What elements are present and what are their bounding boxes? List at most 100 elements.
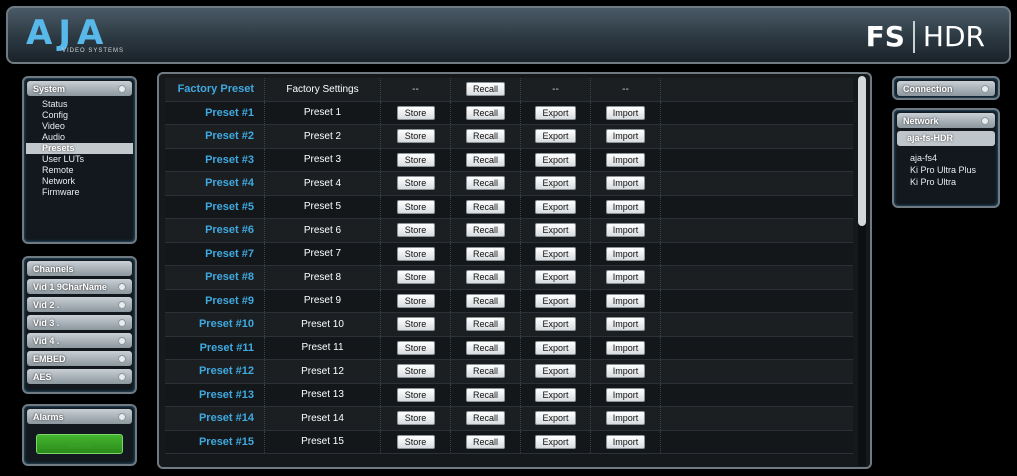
recall-button[interactable]: Recall: [465, 223, 505, 238]
expand-icon[interactable]: [118, 354, 126, 363]
export-button[interactable]: Export: [535, 364, 576, 379]
import-button[interactable]: Import: [605, 152, 646, 167]
store-button[interactable]: Store: [396, 152, 435, 167]
store-button[interactable]: Store: [396, 176, 435, 191]
recall-button[interactable]: Recall: [465, 246, 505, 261]
network-device-item[interactable]: aja-fs4: [894, 152, 998, 164]
collapse-icon[interactable]: [118, 412, 126, 421]
export-button[interactable]: Export: [535, 199, 576, 214]
recall-button[interactable]: Recall: [465, 434, 505, 449]
scrollbar-thumb[interactable]: [858, 76, 866, 226]
collapse-icon[interactable]: [118, 84, 126, 93]
import-button[interactable]: Import: [605, 293, 646, 308]
store-button[interactable]: Store: [396, 223, 435, 238]
store-button[interactable]: Store: [396, 293, 435, 308]
recall-button[interactable]: Recall: [465, 340, 505, 355]
expand-icon[interactable]: [118, 318, 126, 327]
sidebar-item-firmware[interactable]: Firmware: [24, 187, 135, 198]
recall-button[interactable]: Recall: [465, 270, 505, 285]
network-selected-device[interactable]: aja-fs-HDR: [897, 131, 995, 146]
expand-icon[interactable]: [118, 372, 126, 381]
store-button[interactable]: Store: [396, 434, 435, 449]
sidebar-item-audio[interactable]: Audio: [24, 132, 135, 143]
store-button[interactable]: Store: [396, 246, 435, 261]
store-button[interactable]: Store: [396, 199, 435, 214]
store-button[interactable]: Store: [396, 387, 435, 402]
export-button[interactable]: Export: [535, 387, 576, 402]
network-device-item[interactable]: Ki Pro Ultra Plus: [894, 164, 998, 176]
recall-button[interactable]: Recall: [465, 176, 505, 191]
channel-button[interactable]: Vid 3 .: [27, 315, 132, 330]
recall-button[interactable]: Recall: [465, 293, 505, 308]
store-button[interactable]: Store: [396, 105, 435, 120]
export-button[interactable]: Export: [535, 434, 576, 449]
recall-button[interactable]: Recall: [465, 387, 505, 402]
sidebar-item-status[interactable]: Status: [24, 99, 135, 110]
export-button[interactable]: Export: [535, 223, 576, 238]
export-button[interactable]: Export: [535, 293, 576, 308]
product-fs: FS: [865, 20, 905, 53]
expand-icon[interactable]: [118, 336, 126, 345]
network-panel-header[interactable]: Network: [897, 113, 995, 128]
channel-button[interactable]: EMBED: [27, 351, 132, 366]
import-button[interactable]: Import: [605, 270, 646, 285]
import-button[interactable]: Import: [605, 317, 646, 332]
import-button[interactable]: Import: [605, 387, 646, 402]
store-button[interactable]: Store: [396, 411, 435, 426]
import-button[interactable]: Import: [605, 199, 646, 214]
alarms-panel-title: Alarms: [33, 411, 64, 422]
sidebar-item-config[interactable]: Config: [24, 110, 135, 121]
sidebar-item-network[interactable]: Network: [24, 176, 135, 187]
connection-panel-header[interactable]: Connection: [897, 81, 995, 96]
store-button[interactable]: Store: [396, 129, 435, 144]
recall-button[interactable]: Recall: [465, 317, 505, 332]
sidebar-item-presets[interactable]: Presets: [26, 143, 133, 154]
expand-icon[interactable]: [118, 282, 126, 291]
system-menu: Status Config Video Audio Presets User LUTs Re…: [24, 99, 135, 198]
import-button[interactable]: Import: [605, 434, 646, 449]
collapse-icon[interactable]: [981, 84, 989, 93]
store-button[interactable]: Store: [396, 317, 435, 332]
alarms-panel-header[interactable]: Alarms: [27, 409, 132, 424]
channel-button[interactable]: AES: [27, 369, 132, 384]
recall-button[interactable]: Recall: [465, 364, 505, 379]
network-device-item[interactable]: Ki Pro Ultra: [894, 176, 998, 188]
recall-button[interactable]: Recall: [465, 411, 505, 426]
export-button[interactable]: Export: [535, 129, 576, 144]
system-panel-header[interactable]: System: [27, 81, 132, 96]
import-button[interactable]: Import: [605, 340, 646, 355]
export-button[interactable]: Export: [535, 317, 576, 332]
export-button[interactable]: Export: [535, 270, 576, 285]
export-button[interactable]: Export: [535, 246, 576, 261]
export-button[interactable]: Export: [535, 152, 576, 167]
recall-button[interactable]: Recall: [465, 152, 505, 167]
store-button[interactable]: Store: [396, 364, 435, 379]
recall-button[interactable]: Recall: [465, 199, 505, 214]
export-button[interactable]: Export: [535, 411, 576, 426]
channel-button[interactable]: Vid 4 .: [27, 333, 132, 348]
channel-button[interactable]: Vid 1 9CharName: [27, 279, 132, 294]
sidebar-item-user-luts[interactable]: User LUTs: [24, 154, 135, 165]
export-button[interactable]: Export: [535, 340, 576, 355]
store-button[interactable]: Store: [396, 270, 435, 285]
import-button[interactable]: Import: [605, 364, 646, 379]
export-button[interactable]: Export: [535, 105, 576, 120]
import-button[interactable]: Import: [605, 129, 646, 144]
sidebar-item-remote[interactable]: Remote: [24, 165, 135, 176]
sidebar-item-video[interactable]: Video: [24, 121, 135, 132]
import-button[interactable]: Import: [605, 223, 646, 238]
recall-button[interactable]: Recall: [465, 82, 505, 97]
system-panel-title: System: [33, 83, 66, 94]
import-button[interactable]: Import: [605, 105, 646, 120]
collapse-icon[interactable]: [981, 116, 989, 125]
channel-button[interactable]: Vid 2 .: [27, 297, 132, 312]
export-button[interactable]: Export: [535, 176, 576, 191]
import-button[interactable]: Import: [605, 411, 646, 426]
recall-button[interactable]: Recall: [465, 129, 505, 144]
expand-icon[interactable]: [118, 300, 126, 309]
preset-name: Preset #1: [165, 101, 265, 124]
recall-button[interactable]: Recall: [465, 105, 505, 120]
import-button[interactable]: Import: [605, 176, 646, 191]
import-button[interactable]: Import: [605, 246, 646, 261]
store-button[interactable]: Store: [396, 340, 435, 355]
